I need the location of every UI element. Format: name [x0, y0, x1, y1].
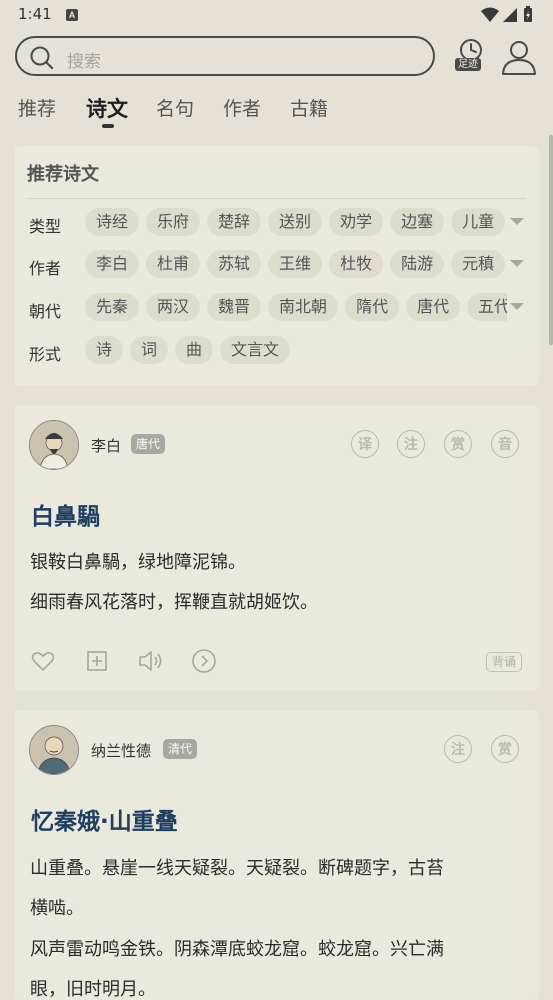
filter-chip[interactable]: 边塞 [390, 208, 445, 236]
filter-chip[interactable]: 儿童 [451, 208, 506, 236]
filter-row-label: 作者 [29, 259, 62, 278]
filter-row-label: 朝代 [29, 302, 62, 321]
add-collection-icon[interactable] [83, 647, 111, 675]
poem-line: 银鞍白鼻騧，绿地障泥锦。 [30, 552, 246, 573]
poem-card[interactable]: 纳兰性德 清代 注 赏 忆秦娥·山重叠 山重叠。悬崖一线天疑裂。天疑裂。断碑题字… [15, 710, 538, 1000]
filter-panel: 推荐诗文 类型 诗经乐府楚辞送别劝学边塞儿童春 作者 李白杜甫苏轼王维杜牧陆游元… [15, 146, 538, 386]
speaker-icon[interactable] [136, 647, 164, 675]
active-tab-indicator [102, 124, 114, 128]
search-input[interactable]: 搜索 [15, 36, 435, 76]
filter-chip[interactable]: 五代 [467, 293, 507, 321]
poem-title[interactable]: 白鼻騧 [31, 497, 100, 531]
author-avatar[interactable] [29, 420, 79, 470]
appreciation-seal-button[interactable]: 赏 [491, 735, 519, 763]
user-profile-button[interactable] [500, 38, 538, 76]
filter-chip[interactable]: 曲 [175, 336, 214, 364]
history-button[interactable]: 足迹 [454, 38, 490, 76]
more-arrow-icon[interactable] [190, 647, 218, 675]
author-name[interactable]: 李白 [91, 435, 121, 456]
filter-chip[interactable]: 苏轼 [207, 250, 262, 278]
tab-recommend[interactable]: 推荐 [18, 94, 56, 121]
expand-dynasty-caret-icon[interactable] [510, 303, 524, 310]
status-bar: 1:41 A [0, 0, 553, 30]
filter-chip[interactable]: 词 [130, 336, 169, 364]
appreciation-seal-button[interactable]: 赏 [444, 430, 472, 458]
filter-chip[interactable]: 魏晋 [207, 293, 262, 321]
filter-chip[interactable]: 隋代 [345, 293, 400, 321]
annotation-seal-button[interactable]: 注 [444, 735, 472, 763]
tab-classics[interactable]: 古籍 [290, 94, 328, 121]
filter-chip[interactable]: 文言文 [220, 336, 291, 364]
filter-chip[interactable]: 送别 [268, 208, 323, 236]
filter-chip[interactable]: 杜牧 [329, 250, 384, 278]
filter-chip[interactable]: 劝学 [329, 208, 384, 236]
expand-author-caret-icon[interactable] [510, 260, 524, 267]
history-label: 足迹 [455, 58, 481, 71]
filter-chip[interactable]: 陆游 [390, 250, 445, 278]
filter-chip[interactable]: 元稹 [451, 250, 506, 278]
filter-row-dynasty: 朝代 先秦 两汉 魏晋 南北朝 隋代 唐代 五代 [15, 293, 538, 323]
heart-icon[interactable] [29, 647, 57, 675]
filter-row-label: 类型 [29, 217, 62, 236]
recite-button[interactable]: 背诵 [485, 652, 522, 672]
search-placeholder: 搜索 [67, 52, 101, 72]
panel-title: 推荐诗文 [27, 164, 99, 185]
tab-poems[interactable]: 诗文 [86, 93, 128, 123]
filter-chip[interactable]: 两汉 [146, 293, 201, 321]
filter-chip[interactable]: 乐府 [146, 208, 201, 236]
status-time: 1:41 [18, 5, 52, 23]
audio-seal-button[interactable]: 音 [491, 430, 519, 458]
panel-divider [27, 198, 526, 199]
poem-line: 山重叠。悬崖一线天疑裂。天疑裂。断碑题字，古苔 [30, 858, 444, 879]
poem-line: 细雨春风花落时，挥鞭直就胡姬饮。 [30, 592, 318, 613]
author-avatar[interactable] [29, 725, 79, 775]
annotation-seal-button[interactable]: 注 [397, 430, 425, 458]
poem-line: 眼，旧时明月。 [30, 979, 156, 1000]
poem-line: 横啮。 [30, 898, 84, 919]
poem-line: 风声雷动鸣金铁。阴森潭底蛟龙窟。蛟龙窟。兴亡满 [30, 939, 444, 960]
filter-chip[interactable]: 诗经 [85, 208, 140, 236]
filter-chip[interactable]: 楚辞 [207, 208, 262, 236]
filter-row-author: 作者 李白杜甫苏轼王维杜牧陆游元稹李 [15, 250, 538, 280]
signal-icon [503, 8, 517, 22]
filter-row-label: 形式 [29, 345, 62, 364]
battery-icon [524, 6, 532, 22]
filter-chip[interactable]: 王维 [268, 250, 323, 278]
expand-type-caret-icon[interactable] [510, 218, 524, 225]
filter-chip[interactable]: 先秦 [85, 293, 140, 321]
filter-chip[interactable]: 唐代 [406, 293, 461, 321]
dynasty-badge: 唐代 [131, 434, 166, 454]
tab-quotes[interactable]: 名句 [156, 94, 194, 121]
poem-card[interactable]: 李白 唐代 译 注 赏 音 白鼻騧 银鞍白鼻騧，绿地障泥锦。 细雨春风花落时，挥… [15, 405, 538, 691]
scrollbar[interactable] [549, 135, 553, 345]
filter-row-form: 形式 诗词曲文言文 [15, 336, 538, 366]
dynasty-badge: 清代 [163, 739, 198, 759]
status-right-icons [479, 6, 539, 28]
author-name[interactable]: 纳兰性德 [91, 740, 151, 761]
poem-title[interactable]: 忆秦娥·山重叠 [31, 802, 178, 836]
filter-row-type: 类型 诗经乐府楚辞送别劝学边塞儿童春 [15, 208, 538, 238]
notification-a-icon: A [66, 9, 78, 21]
filter-chip[interactable]: 南北朝 [268, 293, 339, 321]
tab-authors[interactable]: 作者 [223, 94, 261, 121]
filter-chip[interactable]: 诗 [85, 336, 124, 364]
search-icon [29, 45, 55, 75]
wifi-icon [481, 7, 499, 22]
filter-chip[interactable]: 李白 [85, 250, 140, 278]
filter-chip[interactable]: 杜甫 [146, 250, 201, 278]
user-icon [502, 41, 536, 75]
translate-seal-button[interactable]: 译 [351, 430, 379, 458]
